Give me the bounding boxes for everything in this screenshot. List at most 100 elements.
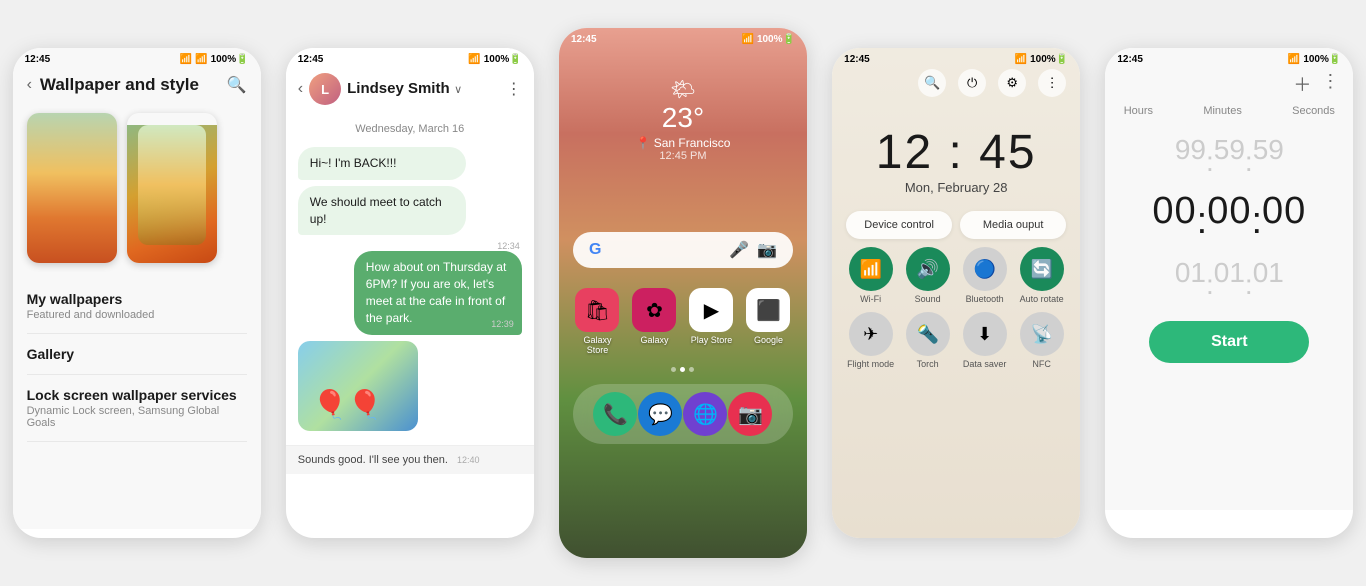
toggle-datasaver[interactable]: ⬇ Data saver (960, 312, 1009, 369)
media-output-btn[interactable]: Media ouput (960, 211, 1066, 239)
flight-toggle[interactable]: ✈ (849, 312, 893, 356)
autorotate-label: Auto rotate (1020, 294, 1064, 304)
seconds-label: Seconds (1292, 105, 1335, 117)
status-icons-1: 📶 📶 100%🔋 (180, 54, 249, 65)
hours-top: 99 (1175, 134, 1206, 166)
dock-camera[interactable]: 📷 (728, 392, 772, 436)
home-background: 12:45 📶 100%🔋 🌤 23° 📍 San Francisco 12:4… (559, 28, 807, 558)
nfc-label: NFC (1032, 359, 1051, 369)
settings-qp-icon[interactable]: ⚙ (998, 69, 1026, 97)
app-dock: 📞 💬 🌐 📷 (573, 384, 793, 444)
menu-item-gallery[interactable]: Gallery (27, 334, 247, 375)
dot-1 (671, 367, 676, 372)
timer-top-row: 99 : 59 : 59 (1105, 121, 1353, 178)
dock-messages[interactable]: 💬 (638, 392, 682, 436)
weather-city: 📍 San Francisco (559, 136, 807, 150)
clock-date: Mon, February 28 (832, 180, 1080, 195)
minutes-label: Minutes (1203, 105, 1242, 117)
signal-icon: 📶 (195, 54, 207, 65)
app-label-galaxy-store: Galaxy Store (573, 335, 622, 355)
back-icon-2[interactable]: ‹ (298, 80, 303, 98)
phone-timer: 12:45 📶 100%🔋 ＋ ⋮ Hours Minutes Seconds … (1105, 48, 1353, 538)
start-button[interactable]: Start (1149, 321, 1309, 363)
hours-label: Hours (1124, 105, 1153, 117)
toggle-grid-2: ✈ Flight mode 🔦 Torch ⬇ Data saver 📡 NFC (832, 312, 1080, 369)
quick-panel-top-icons: 🔍 ⏻ ⚙ ⋮ (832, 67, 1080, 105)
wifi-icon: 📶 (180, 54, 192, 65)
status-bar-2: 12:45 📶 100%🔋 (286, 48, 534, 67)
app-galaxy[interactable]: ✿ Galaxy (630, 288, 679, 355)
app-galaxy-store[interactable]: 🛍 Galaxy Store (573, 288, 622, 355)
colon-top-2: : (1245, 121, 1253, 178)
torch-label: Torch (917, 359, 939, 369)
dock-phone[interactable]: 📞 (593, 392, 637, 436)
search-qp-icon[interactable]: 🔍 (918, 69, 946, 97)
dot-2 (680, 367, 685, 372)
toggle-nfc[interactable]: 📡 NFC (1017, 312, 1066, 369)
app-google[interactable]: ⬛ Google (744, 288, 793, 355)
camera-icon[interactable]: 📷 (757, 240, 777, 260)
toggle-autorotate[interactable]: 🔄 Auto rotate (1017, 247, 1066, 304)
app-label-play-store: Play Store (691, 335, 733, 345)
more-icon[interactable]: ⋮ (506, 79, 522, 99)
colon-bottom-2: : (1245, 244, 1253, 301)
toggle-grid-1: 📶 Wi-Fi 🔊 Sound 🔵 Bluetooth 🔄 Auto rotat… (832, 247, 1080, 312)
dock-samsung[interactable]: 🌐 (683, 392, 727, 436)
bt-toggle[interactable]: 🔵 (963, 247, 1007, 291)
device-control-btn[interactable]: Device control (846, 211, 952, 239)
toggle-sound[interactable]: 🔊 Sound (903, 247, 952, 304)
header-left-2: ‹ L Lindsey Smith ∨ (298, 73, 462, 105)
hours-main: 00 (1152, 190, 1196, 233)
seconds-top: 59 (1253, 134, 1284, 166)
app-grid: 🛍 Galaxy Store ✿ Galaxy ▶ Play Store ⬛ G… (559, 280, 807, 363)
sound-label: Sound (915, 294, 941, 304)
datasaver-toggle[interactable]: ⬇ (963, 312, 1007, 356)
status-bar-1: 12:45 📶 📶 100%🔋 (13, 48, 261, 67)
wallpaper-thumb-home[interactable] (127, 113, 217, 263)
nfc-toggle[interactable]: 📡 (1020, 312, 1064, 356)
contact-info: Lindsey Smith ∨ (347, 80, 462, 98)
search-bar[interactable]: G 🎤 📷 (573, 232, 793, 268)
wallpaper-thumb-lock[interactable] (27, 113, 117, 263)
wallpaper-header: ‹ Wallpaper and style 🔍 (13, 67, 261, 105)
messages-header: ‹ L Lindsey Smith ∨ ⋮ (286, 67, 534, 115)
app-play-store[interactable]: ▶ Play Store (687, 288, 736, 355)
toggle-torch[interactable]: 🔦 Torch (903, 312, 952, 369)
menu-item-lock[interactable]: Lock screen wallpaper services Dynamic L… (27, 375, 247, 442)
status-icons-4: 📶 100%🔋 (1015, 54, 1068, 65)
wallpaper-previews (13, 105, 261, 275)
menu-sub-lock: Dynamic Lock screen, Samsung Global Goal… (27, 405, 247, 429)
toggle-flight[interactable]: ✈ Flight mode (846, 312, 895, 369)
toggle-bluetooth[interactable]: 🔵 Bluetooth (960, 247, 1009, 304)
date-label: Wednesday, March 16 (286, 115, 534, 143)
bt-label: Bluetooth (966, 294, 1004, 304)
menu-title-gallery: Gallery (27, 346, 247, 362)
more-timer-icon[interactable]: ⋮ (1321, 71, 1339, 97)
menu-sub: Featured and downloaded (27, 309, 247, 321)
seconds-bottom: 01 (1253, 257, 1284, 289)
battery-icon-4: 100%🔋 (1030, 54, 1068, 65)
timer-labels: Hours Minutes Seconds (1105, 105, 1353, 121)
timer-main-row: 00 : 00 : 00 (1105, 178, 1353, 244)
torch-toggle[interactable]: 🔦 (906, 312, 950, 356)
status-icons-3: 📶 100%🔋 (741, 34, 794, 45)
search-icon[interactable]: 🔍 (227, 75, 247, 95)
toggle-wifi[interactable]: 📶 Wi-Fi (846, 247, 895, 304)
menu-item-wallpapers[interactable]: My wallpapers Featured and downloaded (27, 279, 247, 334)
msg-time-1: 12:34 (298, 241, 522, 251)
sound-toggle[interactable]: 🔊 (906, 247, 950, 291)
power-qp-icon[interactable]: ⏻ (958, 69, 986, 97)
menu-title: My wallpapers (27, 291, 247, 307)
back-icon[interactable]: ‹ (27, 76, 32, 94)
add-icon[interactable]: ＋ (1293, 71, 1311, 97)
wallpaper-menu: My wallpapers Featured and downloaded Ga… (13, 275, 261, 446)
status-bar-4: 12:45 📶 100%🔋 (832, 48, 1080, 67)
more-qp-icon[interactable]: ⋮ (1038, 69, 1066, 97)
quick-panel-bg: 12:45 📶 100%🔋 🔍 ⏻ ⚙ ⋮ 12 : 45 Mon, Febru… (832, 48, 1080, 538)
autorotate-toggle[interactable]: 🔄 (1020, 247, 1064, 291)
phone-home: 12:45 📶 100%🔋 🌤 23° 📍 San Francisco 12:4… (559, 28, 807, 558)
wifi-toggle[interactable]: 📶 (849, 247, 893, 291)
mic-icon[interactable]: 🎤 (729, 240, 749, 260)
msg-time-2: 12:39 (491, 318, 514, 331)
play-store-icon: ▶ (689, 288, 733, 332)
